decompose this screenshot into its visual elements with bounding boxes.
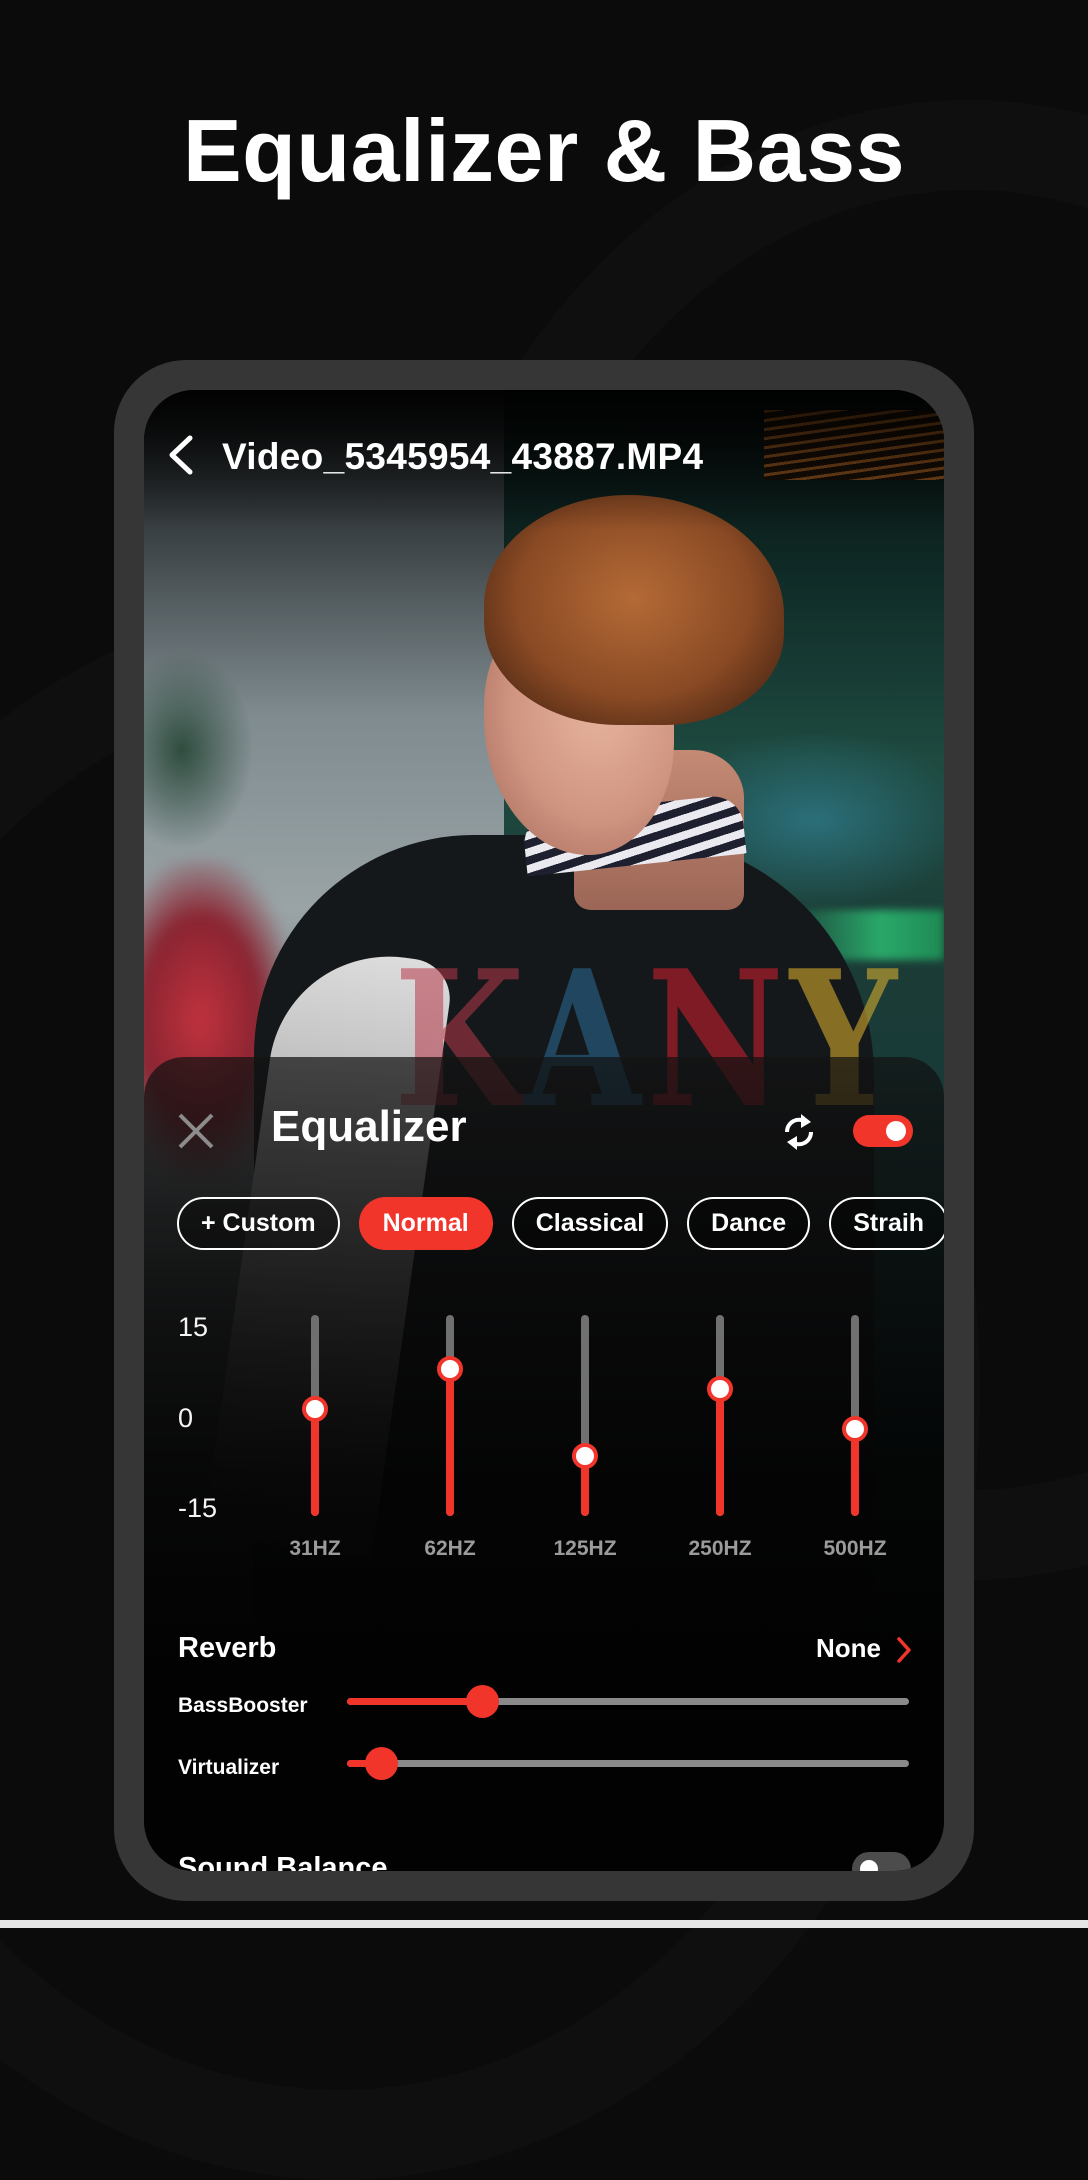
virtualizer-label: Virtualizer	[178, 1756, 280, 1779]
close-button[interactable]	[176, 1111, 216, 1151]
bassbooster-slider[interactable]	[347, 1681, 909, 1721]
preset-chip-normal[interactable]: Normal	[358, 1197, 493, 1250]
preset-chip-custom[interactable]: + Custom	[177, 1197, 340, 1250]
axis-label-min: -15	[178, 1493, 218, 1523]
reverb-value[interactable]: None	[816, 1633, 881, 1664]
band-fill	[851, 1428, 859, 1516]
promo-headline: Equalizer & Bass	[182, 101, 906, 200]
bassbooster-label: BassBooster	[178, 1694, 308, 1717]
eq-band-125hz[interactable]	[555, 1315, 615, 1545]
refresh-icon	[784, 1114, 814, 1150]
preset-chip-classical[interactable]: Classical	[511, 1197, 669, 1250]
video-top-bar: Video_5345954_43887.MP4	[144, 430, 944, 480]
toggle-knob	[860, 1860, 878, 1871]
preset-chip-straih[interactable]: Straih	[829, 1197, 944, 1250]
preset-chips: + Custom Normal Classical Dance Straih	[177, 1197, 944, 1253]
eq-band-label: 31HZ	[289, 1537, 341, 1560]
close-icon	[178, 1113, 214, 1149]
slider-fill	[347, 1698, 482, 1705]
equalizer-enable-toggle[interactable]	[853, 1115, 913, 1147]
bottom-edge	[0, 1920, 1088, 1928]
eq-band-label: 125HZ	[553, 1537, 617, 1560]
slider-thumb[interactable]	[465, 1685, 499, 1718]
sound-balance-label: Sound Balance	[178, 1852, 388, 1871]
back-button[interactable]	[162, 430, 202, 480]
chevron-right-icon	[897, 1637, 911, 1663]
eq-band-500hz[interactable]	[825, 1315, 885, 1545]
video-title: Video_5345954_43887.MP4	[222, 436, 704, 477]
band-thumb[interactable]	[302, 1395, 328, 1422]
toggle-knob	[886, 1121, 906, 1141]
equalizer-title: Equalizer	[271, 1102, 467, 1151]
band-fill	[311, 1408, 319, 1516]
band-thumb[interactable]	[572, 1442, 598, 1469]
slider-thumb[interactable]	[364, 1747, 398, 1780]
phone-screen: KANY Video_5345954_43887.MP4 Equalizer +…	[144, 390, 944, 1871]
reverb-label: Reverb	[178, 1632, 277, 1664]
virtualizer-slider[interactable]	[347, 1743, 909, 1783]
sound-balance-toggle[interactable]	[852, 1852, 911, 1871]
axis-label-zero: 0	[178, 1403, 194, 1433]
axis-label-max: 15	[178, 1312, 209, 1342]
eq-band-label: 250HZ	[688, 1537, 752, 1560]
eq-band-label: 62HZ	[424, 1537, 476, 1560]
reverb-select-button[interactable]	[894, 1635, 914, 1665]
reset-button[interactable]	[779, 1110, 819, 1154]
equalizer-panel: Equalizer + Custom Normal Classical Dance St…	[144, 1057, 944, 1871]
band-fill	[446, 1368, 454, 1516]
band-thumb[interactable]	[437, 1355, 463, 1382]
eq-band-250hz[interactable]	[690, 1315, 750, 1545]
preset-chip-dance[interactable]: Dance	[687, 1197, 811, 1250]
eq-band-31hz[interactable]	[285, 1315, 345, 1545]
eq-band-62hz[interactable]	[420, 1315, 480, 1545]
band-fill	[716, 1388, 724, 1516]
band-thumb[interactable]	[842, 1415, 868, 1442]
band-thumb[interactable]	[707, 1375, 733, 1402]
chevron-left-icon	[169, 435, 193, 475]
eq-band-label: 500HZ	[823, 1537, 887, 1560]
